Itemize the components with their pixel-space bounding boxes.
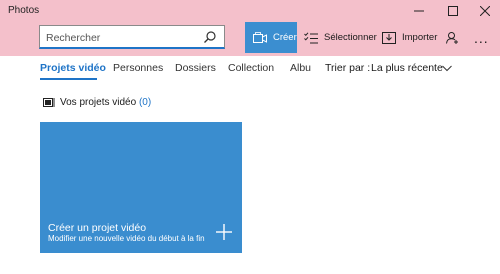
projects-icon: [43, 98, 55, 107]
search-input[interactable]: [46, 30, 196, 45]
close-icon: [480, 6, 490, 16]
more-icon: ...: [474, 29, 489, 46]
maximize-icon: [448, 6, 458, 16]
person-icon: [446, 31, 458, 44]
tab-albums[interactable]: Albu: [290, 62, 311, 74]
search-box[interactable]: [39, 25, 225, 49]
tab-people[interactable]: Personnes: [113, 62, 163, 74]
maximize-button[interactable]: [438, 0, 468, 22]
section-title-text: Vos projets vidéo: [60, 97, 137, 108]
close-button[interactable]: [470, 0, 500, 22]
section-title: Vos projets vidéo (0): [60, 97, 151, 108]
tile-title: Créer un projet vidéo: [48, 222, 147, 234]
create-video-project-tile[interactable]: Créer un projet vidéo Modifier une nouve…: [40, 122, 242, 253]
app-title: Photos: [8, 5, 40, 16]
minimize-icon: [414, 10, 424, 12]
active-tab-indicator: [40, 78, 97, 80]
search-icon[interactable]: [204, 31, 216, 43]
select-label: Sélectionner: [324, 32, 377, 43]
plus-icon: [216, 224, 232, 240]
video-edit-icon: [253, 31, 267, 43]
create-button[interactable]: Créer: [245, 22, 297, 53]
account-button[interactable]: [446, 22, 465, 53]
import-icon: [382, 31, 396, 44]
tab-folders[interactable]: Dossiers: [175, 62, 216, 74]
import-label: Importer: [402, 32, 438, 43]
tab-video-projects[interactable]: Projets vidéo: [40, 62, 106, 74]
title-bar: Photos Créer Sélectionner: [0, 0, 500, 56]
tile-subtitle: Modifier une nouvelle vidéo du début à l…: [48, 234, 205, 243]
sort-dropdown[interactable]: La plus récente: [371, 62, 443, 74]
more-button[interactable]: ...: [474, 22, 489, 53]
chevron-down-icon[interactable]: [442, 65, 452, 72]
select-button[interactable]: Sélectionner: [304, 22, 377, 53]
sort-label: Trier par :: [325, 62, 371, 74]
select-list-icon: [304, 31, 318, 43]
project-count: (0): [138, 97, 152, 108]
create-label: Créer: [273, 32, 297, 43]
minimize-button[interactable]: [404, 0, 434, 22]
import-button[interactable]: Importer: [382, 22, 437, 53]
tab-collection[interactable]: Collection: [228, 62, 274, 74]
